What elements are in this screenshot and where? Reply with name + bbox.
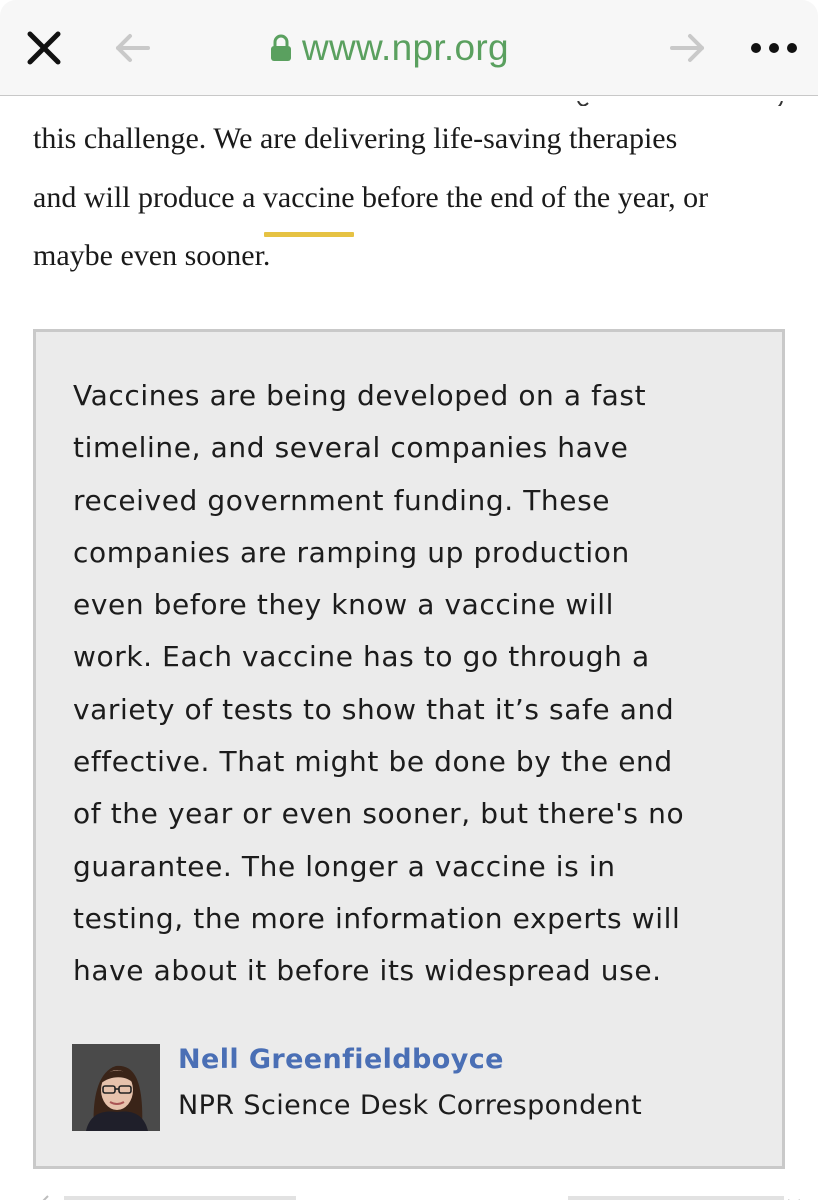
annotated-word-text: vaccine [262, 180, 355, 214]
author-role: NPR Science Desk Correspondent [178, 1090, 643, 1121]
annotation-line: timeline, and several companies have [73, 431, 629, 465]
annotation-line: have about it before its widespread use. [73, 954, 662, 988]
close-icon [27, 31, 61, 65]
annotation-line: guarantee. The longer a vaccine is in [73, 849, 616, 883]
annotation-line: Vaccines are being developed on a fast [73, 379, 647, 412]
lock-icon [271, 34, 291, 61]
article-body: this challenge. We are delivering life-s… [33, 110, 813, 286]
cutoff-text-fragment [30, 96, 790, 106]
annotation-navigation [0, 1184, 818, 1200]
article-line: maybe even sooner. [33, 239, 271, 272]
more-button[interactable] [748, 30, 800, 66]
annotation-line: work. Each vaccine has to go through a [73, 640, 650, 674]
annotation-card: Vaccines are being developed on a fast t… [33, 329, 785, 1169]
article-line: and will produce a vaccine before the en… [33, 169, 813, 237]
annotation-nav-fragments [42, 1195, 800, 1200]
forward-button[interactable] [664, 28, 712, 68]
article-line: this challenge. We are delivering life-s… [33, 122, 678, 155]
article-text: before the end of the year, or [362, 180, 709, 214]
more-horizontal-icon [751, 43, 797, 53]
address-bar[interactable]: www.npr.org [270, 22, 509, 74]
annotated-word-vaccine[interactable]: vaccine [262, 169, 355, 237]
arrow-left-icon [116, 34, 150, 62]
url-text: www.npr.org [302, 27, 509, 68]
annotation-line: received government funding. These [73, 483, 611, 517]
annotation-line: testing, the more information experts wi… [73, 901, 681, 935]
annotation-line: variety of tests to show that it’s safe … [73, 692, 675, 726]
annotation-text: Vaccines are being developed on a fast t… [73, 370, 763, 998]
close-button[interactable] [22, 26, 66, 70]
author-avatar[interactable] [72, 1044, 160, 1131]
arrow-right-icon [670, 34, 704, 62]
article-text: and will produce a [33, 180, 256, 214]
browser-toolbar: www.npr.org [0, 0, 818, 96]
annotation-line: effective. That might be done by the end [73, 745, 673, 779]
avatar-portrait-image [72, 1044, 160, 1131]
annotation-line: even before they know a vaccine will [73, 588, 615, 622]
annotation-underline [263, 232, 354, 237]
back-button[interactable] [108, 28, 156, 68]
author-byline: Nell Greenfieldboyce NPR Science Desk Co… [72, 1044, 752, 1134]
descender-fragments [577, 100, 783, 106]
annotation-line: companies are ramping up production [73, 535, 630, 569]
author-name-link[interactable]: Nell Greenfieldboyce [178, 1044, 504, 1075]
annotation-line: of the year or even sooner, but there's … [73, 797, 685, 831]
